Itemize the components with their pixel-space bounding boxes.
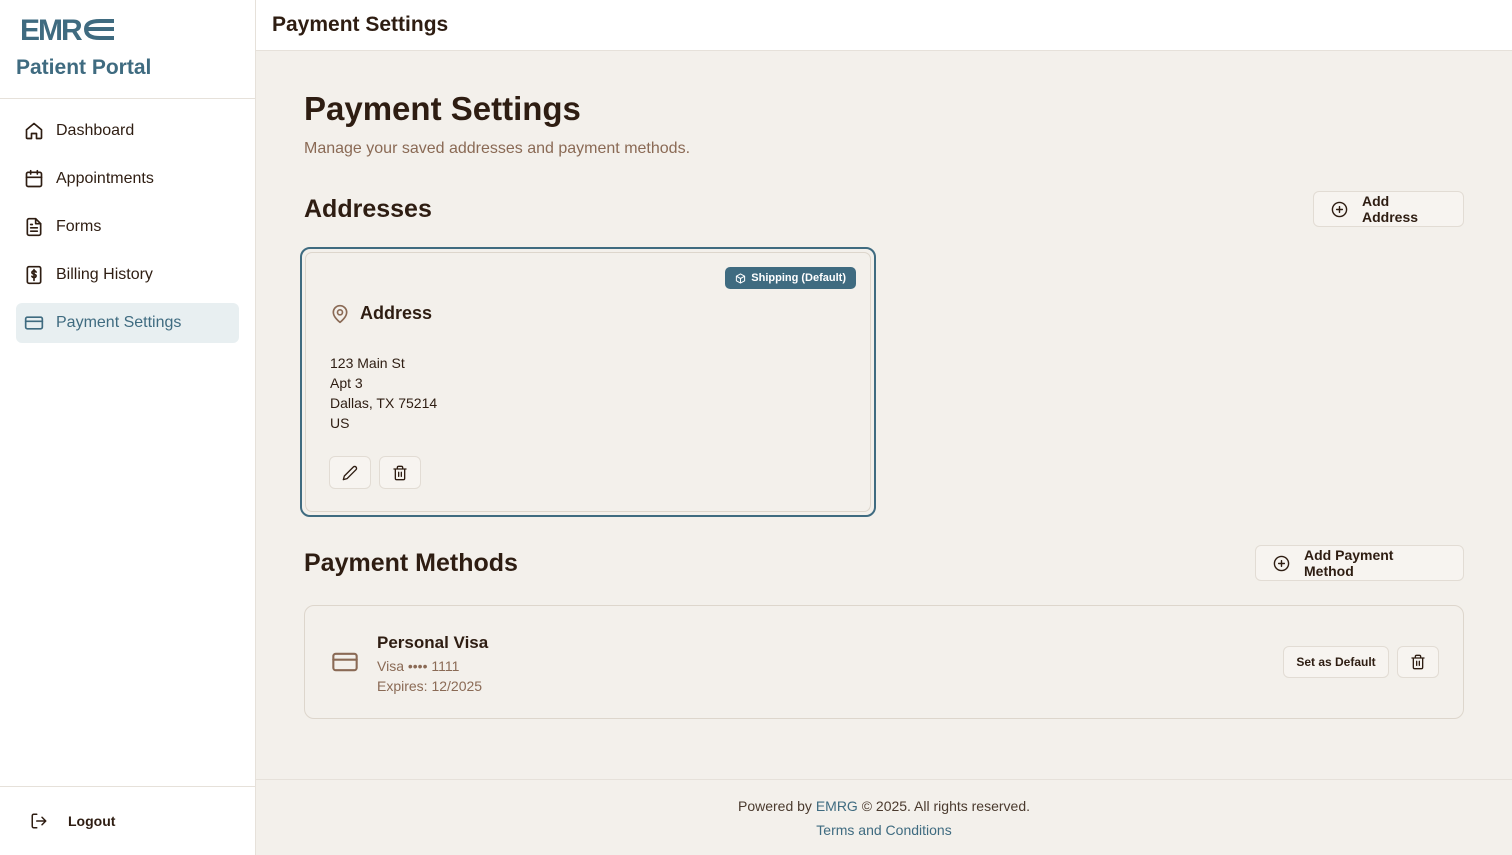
address-line-1: 123 Main St: [330, 355, 405, 371]
edit-address-button[interactable]: [329, 456, 371, 489]
emrg-logo-mark: EMR: [20, 16, 114, 44]
sidebar-item-forms[interactable]: Forms: [16, 207, 239, 247]
footer-powered-suffix: © 2025. All rights reserved.: [861, 798, 1030, 814]
add-payment-method-label: Add Payment Method: [1304, 547, 1394, 579]
document-icon: [24, 217, 44, 237]
dollar-receipt-icon: [24, 265, 44, 285]
trash-icon: [392, 465, 408, 481]
sidebar-item-label: Appointments: [56, 170, 154, 187]
terms-link[interactable]: Terms and Conditions: [816, 822, 951, 838]
set-default-button[interactable]: Set as Default: [1283, 646, 1389, 678]
plus-circle-icon: [1331, 201, 1348, 218]
address-line-3: Dallas, TX 75214: [330, 395, 438, 411]
page-title: Payment Settings: [304, 90, 581, 127]
portal-title: Patient Portal: [16, 56, 152, 79]
map-pin-icon: [330, 304, 350, 324]
main-content: Payment Settings Manage your saved addre…: [300, 51, 1464, 719]
topbar-title: Payment Settings: [272, 13, 449, 36]
sidebar-item-label: Billing History: [56, 266, 153, 283]
add-address-button[interactable]: Add Address: [1313, 191, 1464, 227]
footer: Powered by EMRG © 2025. All rights reser…: [256, 779, 1512, 855]
badge-label: Shipping (Default): [751, 272, 846, 284]
logout-button[interactable]: Logout: [0, 786, 255, 855]
address-card[interactable]: Shipping (Default) Address 123 Main St A…: [300, 247, 876, 517]
sidebar-item-label: Dashboard: [56, 122, 135, 139]
sidebar-item-appointments[interactable]: Appointments: [16, 159, 239, 199]
payment-methods-title: Payment Methods: [304, 548, 518, 577]
address-title-label: Address: [360, 303, 433, 323]
add-payment-method-button[interactable]: Add Payment Method: [1255, 545, 1464, 581]
emrg-logo: EMR: [20, 14, 255, 46]
calendar-icon: [24, 169, 44, 189]
delete-payment-method-button[interactable]: [1397, 646, 1439, 678]
footer-copyright: Powered by EMRG © 2025. All rights reser…: [256, 798, 1512, 814]
footer-powered-prefix: Powered by: [737, 798, 812, 814]
plus-circle-icon: [1273, 555, 1290, 572]
address-card-title: Address: [330, 303, 432, 324]
sidebar: EMR Patient Portal Dashboard Appointment…: [0, 0, 256, 855]
add-address-label: Add Address: [1362, 193, 1419, 225]
sidebar-nav: Dashboard Appointments Forms Billing His…: [0, 99, 255, 363]
logout-icon: [30, 812, 48, 830]
address-lines: 123 Main St Apt 3 Dallas, TX 75214 US: [330, 353, 437, 433]
shipping-default-badge: Shipping (Default): [725, 267, 856, 289]
trash-icon: [1410, 654, 1426, 670]
svg-text:EMR: EMR: [20, 16, 83, 44]
delete-address-button[interactable]: [379, 456, 421, 489]
card-number: Visa •••• 1111: [377, 658, 460, 674]
credit-card-icon: [329, 648, 361, 676]
home-icon: [24, 121, 44, 141]
set-default-label: Set as Default: [1296, 655, 1376, 669]
footer-terms-row: Terms and Conditions: [256, 822, 1512, 838]
address-card-body: Shipping (Default) Address 123 Main St A…: [305, 252, 871, 512]
payment-method-name: Personal Visa: [377, 633, 489, 652]
brand: EMR Patient Portal: [0, 0, 255, 99]
address-line-4: US: [330, 415, 350, 431]
payment-method-details: Visa •••• 1111 Expires: 12/2025: [377, 656, 482, 696]
pencil-icon: [342, 465, 358, 481]
top-bar: Payment Settings: [256, 0, 1512, 51]
credit-card-icon: [24, 313, 44, 333]
page-subtitle: Manage your saved addresses and payment …: [304, 140, 691, 157]
addresses-header: Addresses Add Address: [304, 191, 1464, 227]
sidebar-item-billing-history[interactable]: Billing History: [16, 255, 239, 295]
package-icon: [735, 272, 746, 284]
card-expiry: Expires: 12/2025: [377, 678, 483, 694]
sidebar-item-label: Payment Settings: [56, 314, 182, 331]
address-line-2: Apt 3: [330, 375, 363, 391]
payment-method-card: Personal Visa Visa •••• 1111 Expires: 12…: [304, 605, 1464, 719]
payment-methods-header: Payment Methods Add Payment Method: [304, 545, 1464, 581]
sidebar-item-dashboard[interactable]: Dashboard: [16, 111, 239, 151]
sidebar-item-payment-settings[interactable]: Payment Settings: [16, 303, 239, 343]
logout-label: Logout: [68, 813, 116, 829]
addresses-title: Addresses: [304, 194, 432, 223]
footer-emrg-link[interactable]: EMRG: [816, 798, 858, 814]
sidebar-item-label: Forms: [56, 218, 102, 235]
